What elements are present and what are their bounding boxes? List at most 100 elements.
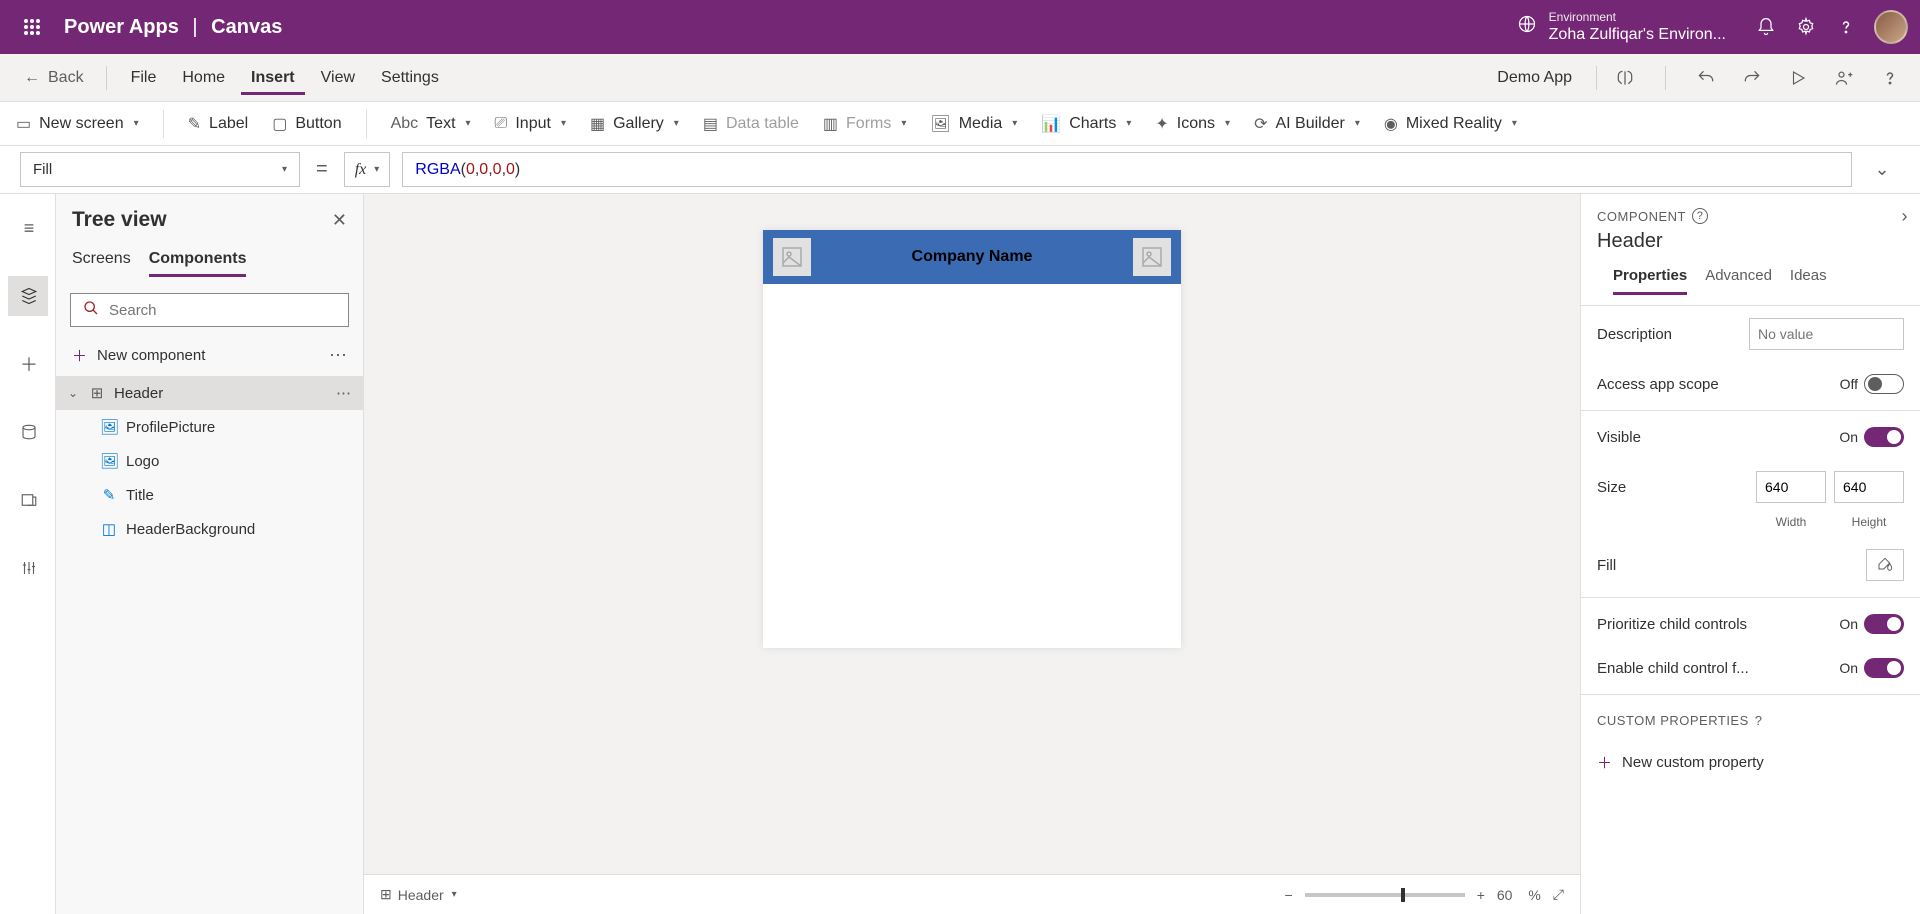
new-component-button[interactable]: ＋ New component ⋯ bbox=[56, 335, 363, 376]
app-name-label: Demo App bbox=[1487, 61, 1582, 95]
tab-properties[interactable]: Properties bbox=[1613, 263, 1687, 295]
menu-file[interactable]: File bbox=[121, 61, 167, 95]
ribbon-new-screen[interactable]: ▭ New screen▾ bbox=[16, 114, 139, 134]
visible-value: On bbox=[1839, 429, 1858, 445]
profile-picture-placeholder[interactable] bbox=[1133, 238, 1171, 276]
rail-media-icon[interactable] bbox=[8, 480, 48, 520]
menu-insert[interactable]: Insert bbox=[241, 61, 305, 95]
help-icon[interactable] bbox=[1826, 7, 1866, 47]
user-avatar[interactable] bbox=[1874, 10, 1908, 44]
tree-node-label: Header bbox=[114, 385, 163, 402]
access-scope-toggle[interactable] bbox=[1864, 374, 1904, 394]
component-canvas[interactable]: Company Name bbox=[763, 230, 1181, 648]
info-icon[interactable]: ? bbox=[1755, 713, 1763, 728]
ribbon-media[interactable]: 🖼 Media▾ bbox=[930, 114, 1017, 134]
chevron-right-icon[interactable]: › bbox=[1902, 206, 1909, 227]
ribbon-charts[interactable]: 📊 Charts▾ bbox=[1041, 114, 1131, 134]
prioritize-toggle[interactable] bbox=[1864, 614, 1904, 634]
ribbon-button[interactable]: ▢ Button bbox=[272, 114, 341, 134]
ribbon-label[interactable]: ✎ Label bbox=[188, 114, 249, 134]
share-icon[interactable] bbox=[1830, 64, 1858, 92]
formula-function: RGBA bbox=[415, 161, 460, 179]
property-selector[interactable]: Fill ▾ bbox=[20, 152, 300, 187]
image-icon: 🖼 bbox=[100, 452, 118, 470]
ribbon-forms[interactable]: ▥ Forms▾ bbox=[823, 114, 906, 134]
close-icon[interactable]: ✕ bbox=[332, 210, 347, 231]
status-context-label: Header bbox=[398, 887, 444, 903]
ribbon-text[interactable]: Abc Text▾ bbox=[391, 115, 471, 133]
tree-node-header[interactable]: ⌄ ⊞ Header ⋯ bbox=[56, 376, 363, 410]
ribbon-input[interactable]: ⎚ Input▾ bbox=[495, 115, 566, 133]
zoom-slider[interactable] bbox=[1305, 893, 1465, 897]
menu-view[interactable]: View bbox=[311, 61, 365, 95]
app-launcher-icon[interactable] bbox=[12, 7, 52, 47]
chevron-down-icon: ▾ bbox=[1126, 118, 1131, 129]
notifications-icon[interactable] bbox=[1746, 7, 1786, 47]
more-icon[interactable]: ⋯ bbox=[329, 345, 347, 366]
tab-advanced[interactable]: Advanced bbox=[1705, 263, 1772, 295]
back-button[interactable]: ← Back bbox=[16, 69, 92, 87]
info-icon[interactable]: ? bbox=[1692, 208, 1708, 224]
header-component[interactable]: Company Name bbox=[763, 230, 1181, 284]
tab-ideas[interactable]: Ideas bbox=[1790, 263, 1827, 295]
redo-icon[interactable] bbox=[1738, 64, 1766, 92]
expand-formula-icon[interactable]: ⌄ bbox=[1864, 152, 1900, 187]
new-custom-property-button[interactable]: ＋ New custom property bbox=[1581, 742, 1920, 783]
tree-node-header-background[interactable]: ◫ HeaderBackground bbox=[56, 512, 363, 546]
app-section-text: Canvas bbox=[211, 16, 282, 38]
ribbon-data-table[interactable]: ▤ Data table bbox=[703, 114, 799, 134]
settings-icon[interactable] bbox=[1786, 7, 1826, 47]
fit-to-screen-icon[interactable]: ⤢ bbox=[1553, 886, 1564, 903]
environment-picker[interactable]: Environment Zoha Zulfiqar's Environ... bbox=[1517, 10, 1726, 44]
command-bar: ← Back File Home Insert View Settings De… bbox=[0, 54, 1920, 102]
tree-node-profile-picture[interactable]: 🖼 ProfilePicture bbox=[56, 410, 363, 444]
prioritize-label: Prioritize child controls bbox=[1597, 616, 1747, 633]
more-icon[interactable]: ⋯ bbox=[336, 384, 351, 402]
zoom-out-button[interactable]: − bbox=[1285, 887, 1293, 903]
rail-insert-icon[interactable]: ＋ bbox=[8, 344, 48, 384]
fx-button[interactable]: fx▾ bbox=[344, 152, 391, 187]
play-icon[interactable] bbox=[1784, 64, 1812, 92]
menu-home[interactable]: Home bbox=[172, 61, 235, 95]
tree-node-logo[interactable]: 🖼 Logo bbox=[56, 444, 363, 478]
status-context[interactable]: ⊞ Header ▾ bbox=[380, 886, 457, 903]
rail-data-icon[interactable] bbox=[8, 412, 48, 452]
rail-tree-view-icon[interactable] bbox=[8, 276, 48, 316]
zoom-in-button[interactable]: + bbox=[1477, 887, 1485, 903]
description-input[interactable] bbox=[1749, 318, 1904, 350]
app-checker-icon[interactable] bbox=[1611, 64, 1639, 92]
screen-icon: ▭ bbox=[16, 114, 31, 134]
logo-placeholder[interactable] bbox=[773, 238, 811, 276]
tree-search[interactable] bbox=[70, 293, 349, 327]
status-bar: ⊞ Header ▾ − + 60 % ⤢ bbox=[364, 874, 1580, 914]
width-input[interactable] bbox=[1756, 471, 1826, 503]
tree-view-panel: Tree view ✕ Screens Components ＋ New com… bbox=[56, 194, 364, 914]
ribbon-gallery[interactable]: ▦ Gallery▾ bbox=[590, 114, 679, 134]
visible-toggle[interactable] bbox=[1864, 427, 1904, 447]
ribbon-icons[interactable]: ✦ Icons▾ bbox=[1155, 114, 1230, 134]
height-input[interactable] bbox=[1834, 471, 1904, 503]
icons-icon: ✦ bbox=[1155, 114, 1168, 134]
company-name-label[interactable]: Company Name bbox=[912, 248, 1033, 266]
height-sublabel: Height bbox=[1834, 515, 1904, 529]
help-icon-secondary[interactable] bbox=[1876, 64, 1904, 92]
menu-settings[interactable]: Settings bbox=[371, 61, 449, 95]
new-custom-property-label: New custom property bbox=[1622, 754, 1764, 771]
insert-ribbon: ▭ New screen▾ ✎ Label ▢ Button Abc Text▾… bbox=[0, 102, 1920, 146]
plus-icon: ＋ bbox=[72, 345, 87, 366]
search-input[interactable] bbox=[109, 302, 336, 319]
rail-hamburger-icon[interactable]: ≡ bbox=[8, 208, 48, 248]
tree-node-title[interactable]: ✎ Title bbox=[56, 478, 363, 512]
ribbon-mixed-reality[interactable]: ◉ Mixed Reality▾ bbox=[1384, 114, 1517, 134]
rail-advanced-tools-icon[interactable] bbox=[8, 548, 48, 588]
canvas-area[interactable]: Company Name ⊞ Header ▾ − + 60 % ⤢ bbox=[364, 194, 1580, 914]
zoom-value: 60 % bbox=[1497, 887, 1541, 903]
ribbon-ai-builder[interactable]: ⟳ AI Builder▾ bbox=[1254, 114, 1360, 134]
fill-color-picker[interactable] bbox=[1866, 549, 1904, 581]
enable-child-toggle[interactable] bbox=[1864, 658, 1904, 678]
chevron-down-icon: ▾ bbox=[134, 118, 139, 129]
tab-screens[interactable]: Screens bbox=[72, 246, 131, 277]
formula-input[interactable]: RGBA(0, 0, 0, 0) bbox=[402, 152, 1852, 187]
tab-components[interactable]: Components bbox=[149, 246, 247, 277]
undo-icon[interactable] bbox=[1692, 64, 1720, 92]
